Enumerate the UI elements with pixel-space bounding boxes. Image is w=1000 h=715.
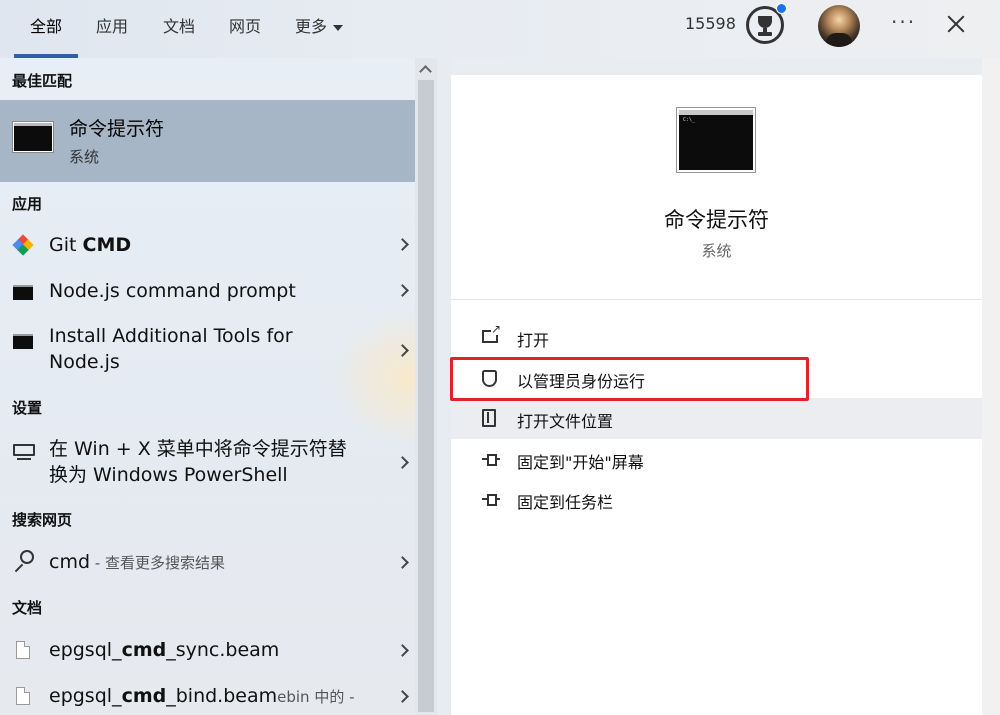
section-documents: 文档 [12,599,43,617]
list-item-label: epgsql_cmd_sync.beam [49,637,279,663]
trophy-cup [758,16,772,28]
action-pin-to-start[interactable]: 固定到"开始"屏幕 [451,439,982,480]
divider [451,299,982,300]
action-open-file-location[interactable]: 打开文件位置 [451,398,982,439]
label-prefix: epgsql_ [49,639,122,661]
avatar[interactable] [818,5,860,47]
action-label: 打开 [517,331,550,350]
chevron-right-icon[interactable] [396,456,409,469]
list-item-label: epgsql_cmd_bind.beamebin 中的 - [49,683,355,710]
file-icon [16,687,30,705]
list-item-label: Git CMD [49,232,131,258]
notification-dot [776,3,787,14]
action-label: 打开文件位置 [517,412,614,431]
search-handle [14,563,24,573]
section-best-match: 最佳匹配 [12,72,73,90]
tab-apps[interactable]: 应用 [96,15,128,39]
search-ring [20,550,34,564]
label-tail: ebin 中的 - [277,688,355,706]
tab-all[interactable]: 全部 [30,15,62,39]
list-item-label: Node.js command prompt [49,280,296,302]
label-highlight: cmd [121,685,167,707]
chevron-down-icon [333,24,344,31]
trophy-base [758,32,772,36]
close-icon[interactable] [946,12,966,36]
best-match-title: 命令提示符 [69,118,165,140]
terminal-icon [13,334,33,349]
panel-gap [437,58,451,715]
results-list: 最佳匹配 命令提示符 系统 应用 Git CMD Node.js command… [0,58,415,715]
terminal-icon [677,108,755,172]
action-label: 固定到"开始"屏幕 [517,453,644,472]
list-item-label: 在 Win + X 菜单中将命令提示符替 换为 Windows PowerShe… [49,436,347,488]
tab-more[interactable]: 更多 [295,15,344,39]
detail-subtitle: 系统 [701,242,732,260]
reward-points: 15598 [685,14,736,33]
list-item-doc-sync[interactable]: epgsql_cmd_sync.beam [0,632,415,668]
ellipsis-icon[interactable]: ··· [891,10,916,34]
label-line-2: Node.js [49,351,120,373]
list-item-install-tools[interactable]: Install Additional Tools for Node.js [0,320,415,380]
pin-icon [482,454,500,466]
label-highlight: CMD [82,234,132,256]
best-match-subtitle: 系统 [69,148,100,166]
best-match-item[interactable]: 命令提示符 系统 [0,100,415,182]
detail-title: 命令提示符 [664,208,769,232]
label-line-2: 换为 Windows PowerShell [49,464,288,486]
window-edge [982,58,1000,715]
label-highlight: cmd [121,639,167,661]
label-suffix: _sync.beam [166,639,280,661]
list-item-git-cmd[interactable]: Git CMD [0,226,415,264]
label-prefix: epgsql_ [49,685,122,707]
tab-web[interactable]: 网页 [229,15,261,39]
action-label: 固定到任务栏 [517,493,614,512]
section-web: 搜索网页 [12,511,73,529]
pin-icon [482,494,500,506]
label-line-1: Install Additional Tools for [49,325,293,347]
chevron-right-icon[interactable] [396,238,409,251]
chevron-right-icon[interactable] [396,556,409,569]
monitor-icon [13,444,35,460]
chevron-right-icon[interactable] [396,284,409,297]
label-line-1: 在 Win + X 菜单中将命令提示符替 [49,438,347,460]
list-item-winx-setting[interactable]: 在 Win + X 菜单中将命令提示符替 换为 Windows PowerShe… [0,430,415,492]
list-item-nodejs-prompt[interactable]: Node.js command prompt [0,272,415,310]
trophy-icon[interactable] [746,3,787,44]
scroll-up-icon[interactable] [419,65,432,78]
git-icon [12,234,34,256]
tab-documents[interactable]: 文档 [163,15,195,39]
label-prefix: Git [49,234,83,256]
scrollbar[interactable] [415,58,437,715]
chevron-right-icon[interactable] [396,344,409,357]
list-item-label: Install Additional Tools for Node.js [49,323,293,375]
search-icon [12,550,36,574]
label-suffix: _bind.beam [166,685,278,707]
chevron-right-icon[interactable] [396,690,409,703]
top-tab-bar: 全部 应用 文档 网页 更多 15598 ··· [0,0,1000,58]
file-icon [16,641,30,659]
action-open[interactable]: 打开 [451,317,982,358]
terminal-icon [13,122,53,152]
list-item-label: cmd - 查看更多搜索结果 [49,549,225,576]
section-settings: 设置 [12,399,43,417]
list-item-web-search[interactable]: cmd - 查看更多搜索结果 [0,544,415,580]
avatar-silhouette [826,33,852,47]
scroll-thumb[interactable] [418,80,434,712]
terminal-icon [13,285,33,300]
tab-more-label: 更多 [295,17,328,36]
chevron-right-icon[interactable] [396,644,409,657]
highlight-annotation-box [450,357,809,401]
section-apps: 应用 [12,195,43,213]
open-icon [482,323,502,343]
search-query: cmd [49,551,91,573]
list-item-doc-bind[interactable]: epgsql_cmd_bind.beamebin 中的 - [0,678,415,714]
folder-icon [482,409,496,427]
action-pin-to-taskbar[interactable]: 固定到任务栏 [451,479,982,520]
search-suffix: - 查看更多搜索结果 [90,554,225,572]
